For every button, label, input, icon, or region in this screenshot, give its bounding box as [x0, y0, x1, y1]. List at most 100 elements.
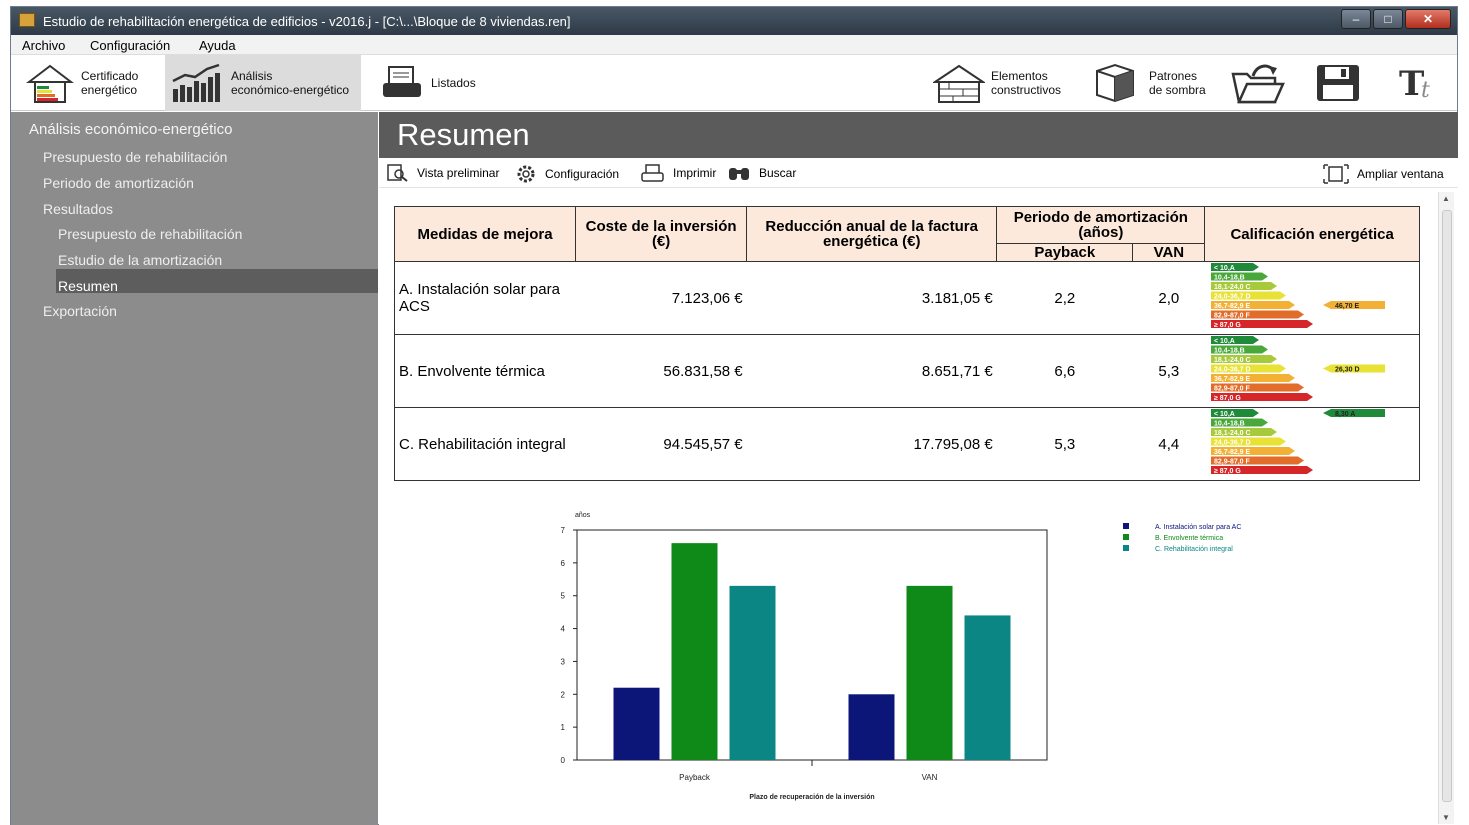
scroll-up-icon[interactable]: ▲ — [1442, 194, 1450, 203]
row-payback: 5,3 — [996, 407, 1133, 481]
sidebar-item-resumen[interactable]: Resumen — [58, 278, 118, 294]
energy-rating-value: 46,70 E — [1335, 303, 1359, 310]
energy-rating-label: < 10,A 10,4-18,B 18,1-24,0 C 24,0-36,7 D 36,… — [1210, 409, 1385, 475]
minimize-button[interactable]: – — [1341, 9, 1371, 29]
page-title: Resumen — [397, 117, 530, 152]
bar — [729, 585, 776, 760]
legend-entry: B. Envolvente térmica — [1155, 535, 1223, 542]
open-folder-icon — [1231, 64, 1285, 104]
sidebar-item-resultados[interactable]: Resultados — [43, 201, 113, 217]
table-row: B. Envolvente térmica 56.831,58 € 8.651,… — [393, 334, 1420, 408]
maximize-button[interactable]: □ — [1373, 9, 1403, 29]
row-coste: 56.831,58 € — [575, 334, 747, 408]
imprimir-button[interactable]: Imprimir — [641, 164, 716, 182]
energy-scale-label: 82,9-87,0 F — [1214, 313, 1251, 320]
gear-icon — [517, 165, 535, 183]
row-medida: A. Instalación solar para ACS — [393, 261, 576, 335]
bar — [613, 687, 660, 760]
row-coste: 7.123,06 € — [575, 261, 747, 335]
x-axis-label: Plazo de recuperación de la inversión — [749, 794, 874, 801]
row-reduccion: 3.181,05 € — [746, 261, 997, 335]
window-title: Estudio de rehabilitación energética de … — [43, 14, 571, 29]
configuracion-button[interactable]: Configuración — [515, 164, 619, 184]
energy-scale-label: 10,4-18,B — [1214, 421, 1245, 428]
x-category-label: VAN — [922, 773, 938, 782]
page-header: Resumen — [379, 112, 1458, 158]
certificado-button[interactable]: Certificado energético — [25, 55, 165, 111]
shadow-cube-icon — [1096, 63, 1134, 103]
elementos-label-2: constructivos — [991, 83, 1062, 97]
imprimir-label: Imprimir — [673, 166, 717, 180]
configuracion-label: Configuración — [545, 167, 620, 181]
header-van: VAN — [1132, 243, 1206, 262]
header-calificacion: Calificación energética — [1204, 206, 1420, 262]
menu-archivo[interactable]: Archivo — [22, 38, 65, 53]
energy-rating-value: 8,30 A — [1335, 411, 1355, 418]
sidebar-item-periodo[interactable]: Periodo de amortización — [43, 175, 194, 191]
bar — [906, 585, 953, 760]
menu-configuracion[interactable]: Configuración — [90, 38, 170, 53]
house-certificate-icon — [26, 64, 74, 103]
sidebar-header: Análisis económico-energético — [29, 121, 233, 138]
energy-scale-label: 24,0-36,7 D — [1214, 294, 1251, 301]
patrones-label-1: Patrones — [1149, 69, 1198, 83]
header-medidas: Medidas de mejora — [393, 206, 577, 262]
patrones-button[interactable]: Patrones de sombra — [1093, 55, 1206, 111]
vista-preliminar-button[interactable]: Vista preliminar — [387, 164, 499, 182]
row-reduccion: 8.651,71 € — [746, 334, 997, 408]
buscar-button[interactable]: Buscar — [727, 164, 796, 182]
header-coste: Coste de la inversión (€) — [575, 206, 748, 262]
row-reduccion: 17.795,08 € — [746, 407, 997, 481]
row-van: 2,0 — [1132, 261, 1205, 335]
header-reduccion: Reducción anual de la factura energética… — [746, 206, 998, 262]
close-button[interactable]: ✕ — [1405, 9, 1451, 29]
energy-rating-cell: < 10,A 10,4-18,B 18,1-24,0 C 24,0-36,7 D 36,… — [1204, 334, 1420, 408]
text-font-icon: T t — [1399, 64, 1430, 103]
analisis-button[interactable]: Análisis económico-energético — [165, 55, 361, 111]
energy-scale-label: ≥ 87,0 G — [1214, 468, 1241, 475]
menu-ayuda[interactable]: Ayuda — [199, 38, 236, 53]
open-button[interactable] — [1231, 55, 1291, 111]
header-periodo: Periodo de amortización (años) — [996, 206, 1206, 244]
energy-scale-label: < 10,A — [1214, 265, 1235, 272]
printer-list-icon — [383, 66, 421, 97]
row-medida: C. Rehabilitación integral — [393, 407, 576, 481]
scrollbar-thumb[interactable] — [1442, 210, 1452, 802]
report-toolbar: Vista preliminar Configuración Imprimir … — [379, 158, 1458, 188]
energy-scale-label: 10,4-18,B — [1214, 275, 1245, 282]
vista-preliminar-label: Vista preliminar — [417, 166, 500, 180]
sidebar-item-estudio-amortizacion[interactable]: Estudio de la amortización — [58, 252, 222, 268]
y-tick-label: 2 — [561, 690, 566, 699]
legend-swatch — [1123, 523, 1129, 529]
save-button[interactable] — [1315, 55, 1367, 111]
svg-text:t: t — [1421, 78, 1430, 103]
listados-button[interactable]: Listados — [381, 55, 476, 111]
y-tick-label: 0 — [561, 756, 566, 765]
row-payback: 6,6 — [996, 334, 1133, 408]
main-toolbar: Certificado energético Análisis económico-… — [11, 55, 1457, 111]
energy-rating-value: 26,30 D — [1335, 367, 1360, 374]
expand-window-icon — [1323, 164, 1349, 184]
sidebar-item-resultados-presupuesto[interactable]: Presupuesto de rehabilitación — [58, 226, 242, 242]
energy-rating-cell: < 10,A 10,4-18,B 18,1-24,0 C 24,0-36,7 D 36,… — [1204, 261, 1420, 335]
energy-scale-label: 18,1-24,0 C — [1214, 357, 1251, 364]
main-content: Resumen Vista preliminar Configuración I… — [379, 112, 1458, 825]
analisis-label-1: Análisis — [231, 69, 273, 83]
y-tick-label: 6 — [561, 559, 566, 568]
energy-scale-label: 36,7-82,9 E — [1214, 303, 1251, 310]
energy-scale-label: ≥ 87,0 G — [1214, 322, 1241, 329]
font-settings-button[interactable]: T t — [1397, 55, 1449, 111]
scroll-down-icon[interactable]: ▼ — [1442, 813, 1450, 822]
table-row: A. Instalación solar para ACS 7.123,06 €… — [393, 261, 1420, 335]
y-tick-label: 3 — [561, 657, 566, 666]
certificado-label-2: energético — [81, 83, 138, 97]
elementos-button[interactable]: Elementos constructivos — [933, 55, 1061, 111]
sidebar-item-presupuesto[interactable]: Presupuesto de rehabilitación — [43, 149, 227, 165]
payback-bar-chart: años 0 1 2 3 4 5 6 7 Payback VAN Plazo de recuperac… — [561, 512, 1242, 801]
sidebar-item-exportacion[interactable]: Exportación — [43, 303, 117, 319]
energy-scale-label: 10,4-18,B — [1214, 348, 1245, 355]
ampliar-ventana-button[interactable]: Ampliar ventana — [1323, 164, 1444, 184]
vertical-scrollbar[interactable]: ▲ ▼ — [1438, 192, 1454, 824]
energy-scale-label: 82,9-87,0 F — [1214, 386, 1251, 393]
row-medida: B. Envolvente térmica — [393, 334, 576, 408]
